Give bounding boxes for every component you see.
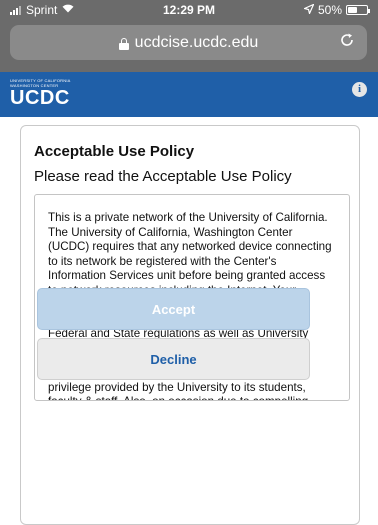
status-right: 50%	[302, 2, 370, 17]
location-arrow-icon	[302, 2, 315, 17]
info-icon[interactable]: i	[352, 82, 367, 97]
site-header: UNIVERSITY OF CALIFORNIA WASHINGTON CENT…	[0, 72, 378, 117]
lock-icon	[118, 37, 129, 50]
policy-paragraph: This is a private network of the Univers…	[48, 211, 332, 355]
browser-chrome: Sprint 12:29 PM 50% ucdcise.ucdc.edu	[0, 0, 378, 72]
url-bar[interactable]: ucdcise.ucdc.edu	[10, 25, 367, 60]
url-text: ucdcise.ucdc.edu	[134, 33, 259, 51]
battery-percent: 50%	[317, 3, 342, 17]
ucdc-logo[interactable]: UNIVERSITY OF CALIFORNIA WASHINGTON CENT…	[10, 78, 71, 108]
decline-button[interactable]: Decline	[37, 338, 310, 380]
accept-button[interactable]: Accept	[37, 288, 310, 330]
logo-text: UCDC	[10, 87, 70, 109]
policy-subtitle: Please read the Acceptable Use Policy	[34, 168, 292, 185]
battery-fill	[348, 7, 357, 13]
policy-title: Acceptable Use Policy	[34, 143, 195, 160]
status-bar: Sprint 12:29 PM 50%	[0, 0, 378, 20]
reload-icon[interactable]	[339, 32, 355, 53]
battery-icon	[346, 5, 370, 15]
